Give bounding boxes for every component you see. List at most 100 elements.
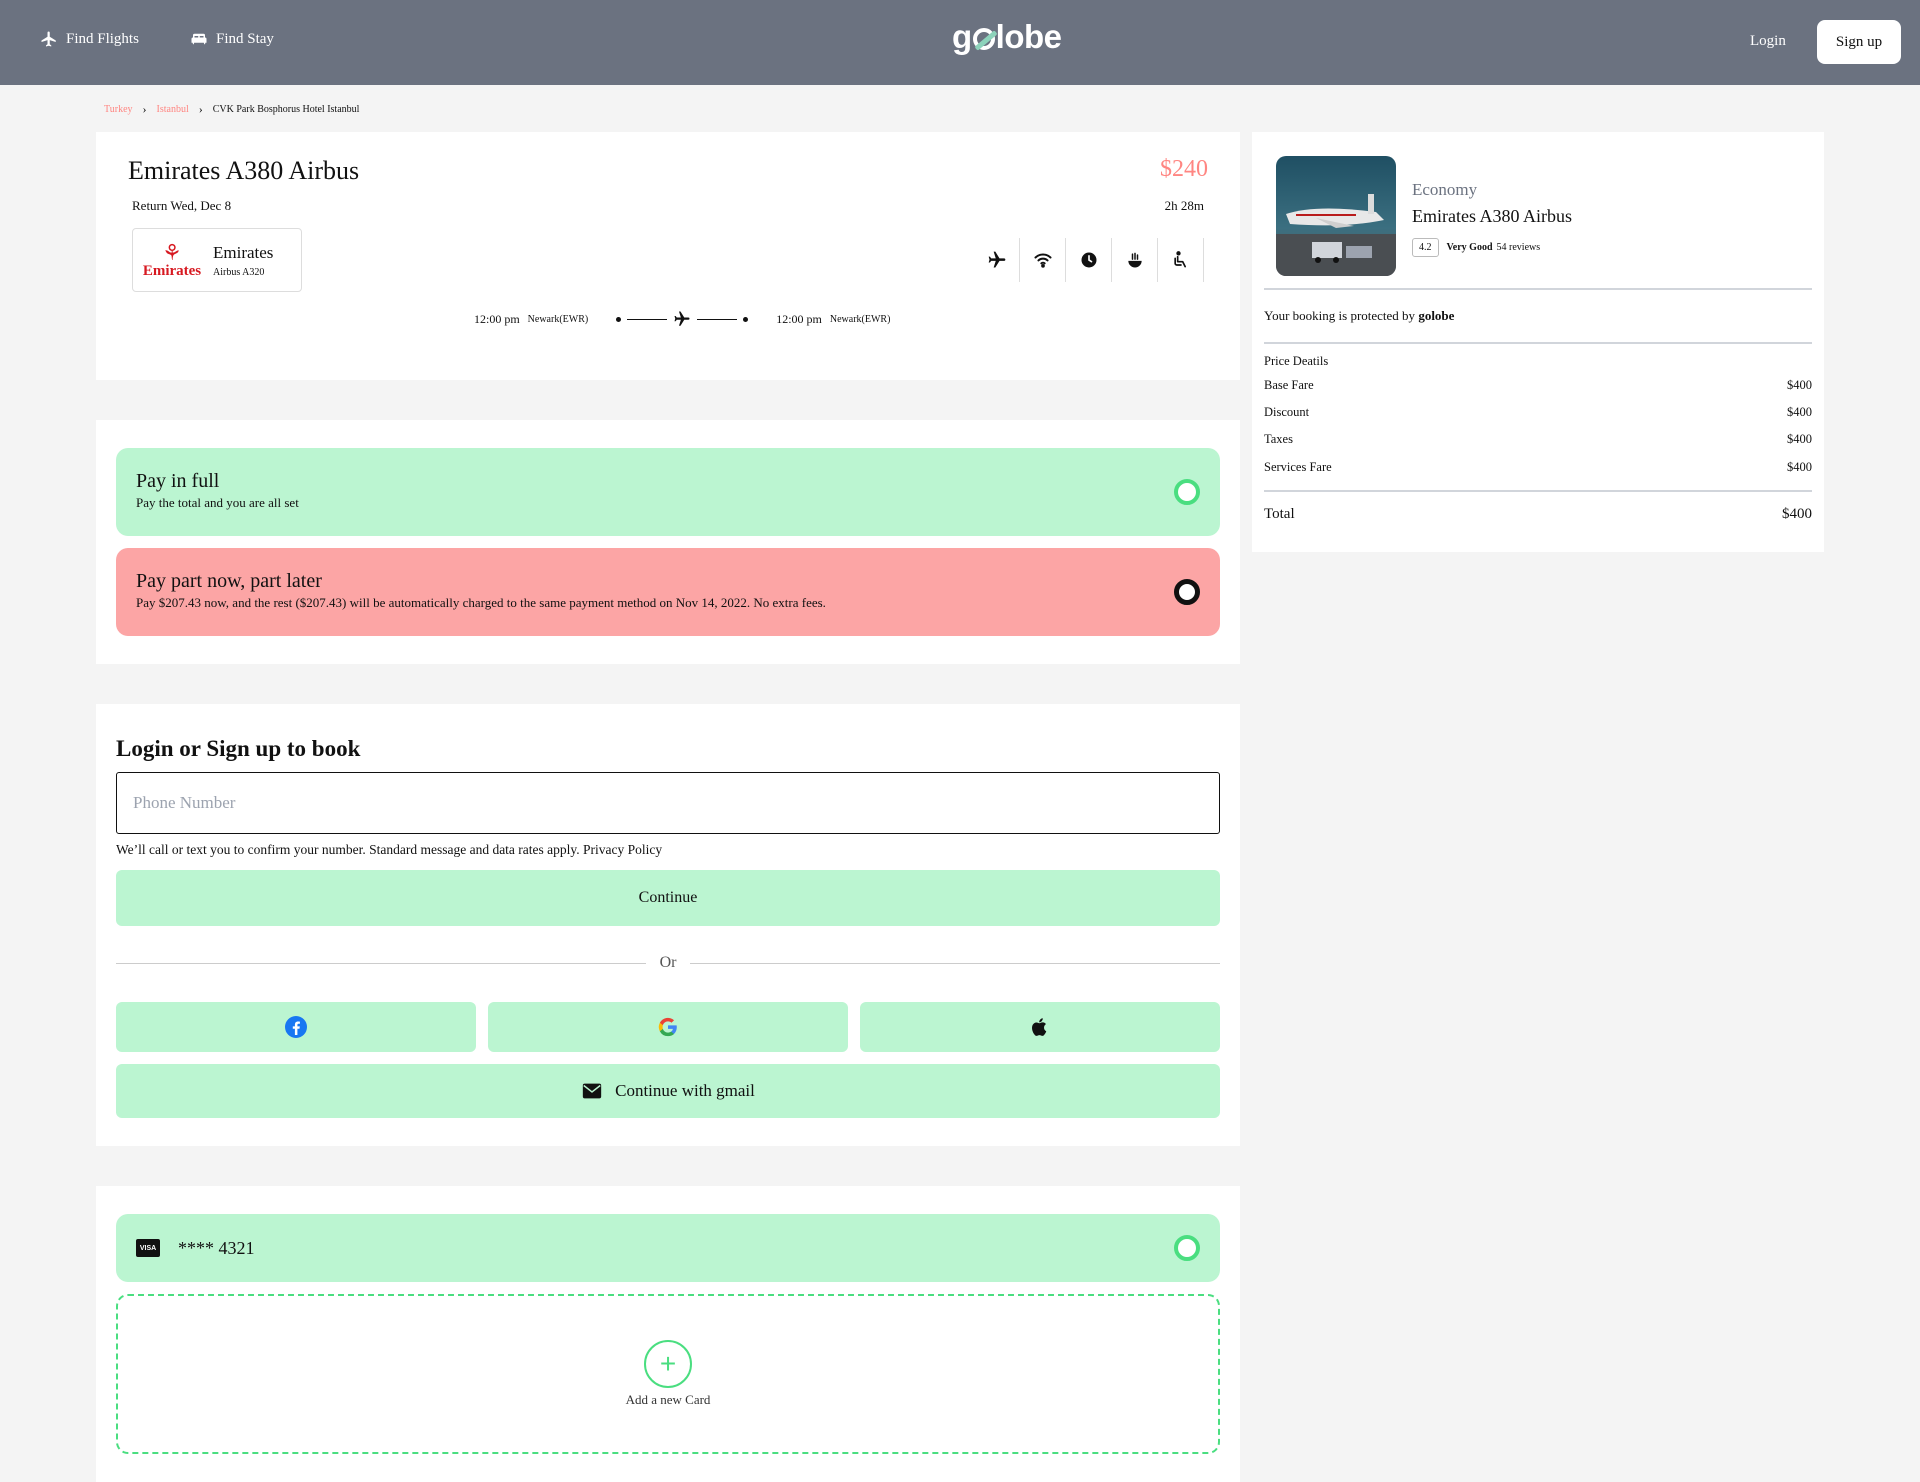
google-login-button[interactable] <box>488 1002 848 1052</box>
price-details-heading: Price Deatils <box>1264 354 1329 368</box>
nav-find-flights[interactable]: Find Flights <box>40 30 139 48</box>
amenity-time <box>1066 238 1112 282</box>
breadcrumb: Turkey › Istanbul › CVK Park Bosphorus H… <box>104 102 359 117</box>
signup-button[interactable]: Sign up <box>1817 20 1901 64</box>
nav-find-stay[interactable]: Find Stay <box>190 30 274 48</box>
price-row: Discount $400 <box>1264 405 1812 420</box>
price-row-value: $400 <box>1787 378 1812 392</box>
protection-note: Your booking is protected by golobe <box>1264 308 1454 324</box>
flight-card: Emirates A380 Airbus $240 Return Wed, De… <box>96 132 1240 380</box>
airline-model: Airbus A320 <box>213 266 265 278</box>
price-row: Taxes $400 <box>1264 432 1812 447</box>
breadcrumb-current: CVK Park Bosphorus Hotel Istanbul <box>212 104 360 115</box>
plus-icon: + <box>644 1340 692 1388</box>
apple-icon <box>1032 1018 1047 1036</box>
flight-thumbnail <box>1276 156 1396 276</box>
total-row: Total $400 <box>1264 506 1812 523</box>
top-nav: Find Flights Find Stay g lobe Login Sign … <box>0 0 1920 85</box>
total-value: $400 <box>1782 506 1812 522</box>
bed-icon <box>191 33 207 45</box>
facebook-login-button[interactable] <box>116 1002 476 1052</box>
nav-find-stay-label: Find Stay <box>216 30 274 47</box>
add-card-label: Add a new Card <box>625 1392 711 1407</box>
pay-full-desc: Pay the total and you are all set <box>136 495 299 510</box>
price-row-value: $400 <box>1787 432 1812 446</box>
pay-part-option[interactable]: Pay part now, part later Pay $207.43 now… <box>116 548 1220 636</box>
pay-part-title: Pay part now, part later <box>136 570 322 592</box>
phone-number-input[interactable] <box>116 772 1220 834</box>
cabin-class: Economy <box>1412 180 1478 199</box>
arrive-time: 12:00 pm <box>776 311 822 326</box>
total-label: Total <box>1264 506 1295 522</box>
add-new-card-button[interactable]: + Add a new Card <box>116 1294 1220 1454</box>
price-row: Services Fare $400 <box>1264 460 1812 475</box>
price-row: Base Fare $400 <box>1264 378 1812 393</box>
depart-time: 12:00 pm <box>474 311 520 326</box>
price-row-label: Services Fare <box>1264 460 1332 474</box>
airplane-icon <box>41 31 56 47</box>
or-divider: Or <box>116 954 1221 972</box>
logo-suffix: lobe <box>995 18 1062 55</box>
continue-button[interactable]: Continue <box>116 870 1220 926</box>
breadcrumb-city[interactable]: Istanbul <box>157 104 189 115</box>
flight-title: Emirates A380 Airbus <box>128 156 360 185</box>
gmail-label: Continue with gmail <box>615 1081 755 1100</box>
pay-full-radio[interactable] <box>1174 479 1200 505</box>
breadcrumb-country[interactable]: Turkey <box>104 104 133 115</box>
apple-login-button[interactable] <box>860 1002 1220 1052</box>
saved-card-radio[interactable] <box>1174 1235 1200 1261</box>
protection-brand: golobe <box>1418 308 1455 323</box>
price-row-value: $400 <box>1787 405 1812 419</box>
flight-duration: 2h 28m <box>1164 198 1204 213</box>
emirates-emblem-icon: ⚘ <box>162 239 182 265</box>
depart-airport: Newark(EWR) <box>527 313 589 325</box>
clock-icon <box>1081 252 1096 268</box>
pay-in-full-option[interactable]: Pay in full Pay the total and you are al… <box>116 448 1220 536</box>
logo-prefix: g <box>952 18 972 55</box>
return-date: Return Wed, Dec 8 <box>132 198 232 213</box>
login-title: Login or Sign up to book <box>116 736 361 761</box>
airplane-photo <box>1276 156 1396 276</box>
divider <box>1264 342 1812 344</box>
airplane-icon <box>674 311 690 326</box>
airline-name: Emirates <box>213 242 274 262</box>
golobe-logo[interactable]: g lobe <box>952 18 1062 56</box>
amenity-flight <box>974 238 1020 282</box>
amenity-seat <box>1158 238 1204 282</box>
booking-summary-card: Economy Emirates A380 Airbus 4.2 Very Go… <box>1252 132 1824 552</box>
wifi-icon <box>1034 253 1051 268</box>
pay-part-desc: Pay $207.43 now, and the rest ($207.43) … <box>136 595 826 610</box>
price-row-label: Base Fare <box>1264 378 1314 392</box>
nav-find-flights-label: Find Flights <box>66 30 139 47</box>
price-row-label: Discount <box>1264 405 1310 419</box>
google-icon <box>658 1017 677 1037</box>
login-link[interactable]: Login <box>1750 33 1786 50</box>
amenity-wifi <box>1020 238 1066 282</box>
mail-icon <box>582 1083 602 1099</box>
review-count: 54 reviews <box>1496 242 1541 253</box>
logo-globe-icon <box>972 28 995 50</box>
protection-prefix: Your booking is protected by <box>1264 308 1416 323</box>
food-icon <box>1127 252 1142 268</box>
airplane-icon <box>988 251 1005 268</box>
pay-full-title: Pay in full <box>136 470 220 492</box>
rating-score: 4.2 <box>1412 238 1439 257</box>
phone-note: We’ll call or text you to confirm your n… <box>116 842 663 857</box>
airline-info: ⚘ Emirates Emirates Airbus A320 <box>132 228 302 292</box>
saved-card-option[interactable]: VISA **** 4321 <box>116 1214 1220 1282</box>
saved-card-number: **** 4321 <box>178 1237 255 1258</box>
pay-part-radio[interactable] <box>1174 579 1200 605</box>
divider <box>1264 288 1812 290</box>
divider <box>1264 490 1812 492</box>
card-payment-card: VISA **** 4321 + Add a new Card <box>96 1186 1240 1482</box>
route-line <box>616 310 749 328</box>
amenity-food <box>1112 238 1158 282</box>
payment-options-card: Pay in full Pay the total and you are al… <box>96 420 1240 664</box>
emirates-logo: ⚘ Emirates <box>141 236 203 284</box>
continue-with-gmail-button[interactable]: Continue with gmail <box>116 1064 1220 1118</box>
or-label: Or <box>659 954 677 971</box>
seat-icon <box>1173 251 1186 268</box>
rating: 4.2 Very Good 54 reviews <box>1412 238 1540 257</box>
visa-brand-label: VISA <box>139 1244 157 1252</box>
emirates-wordmark: Emirates <box>142 262 202 279</box>
